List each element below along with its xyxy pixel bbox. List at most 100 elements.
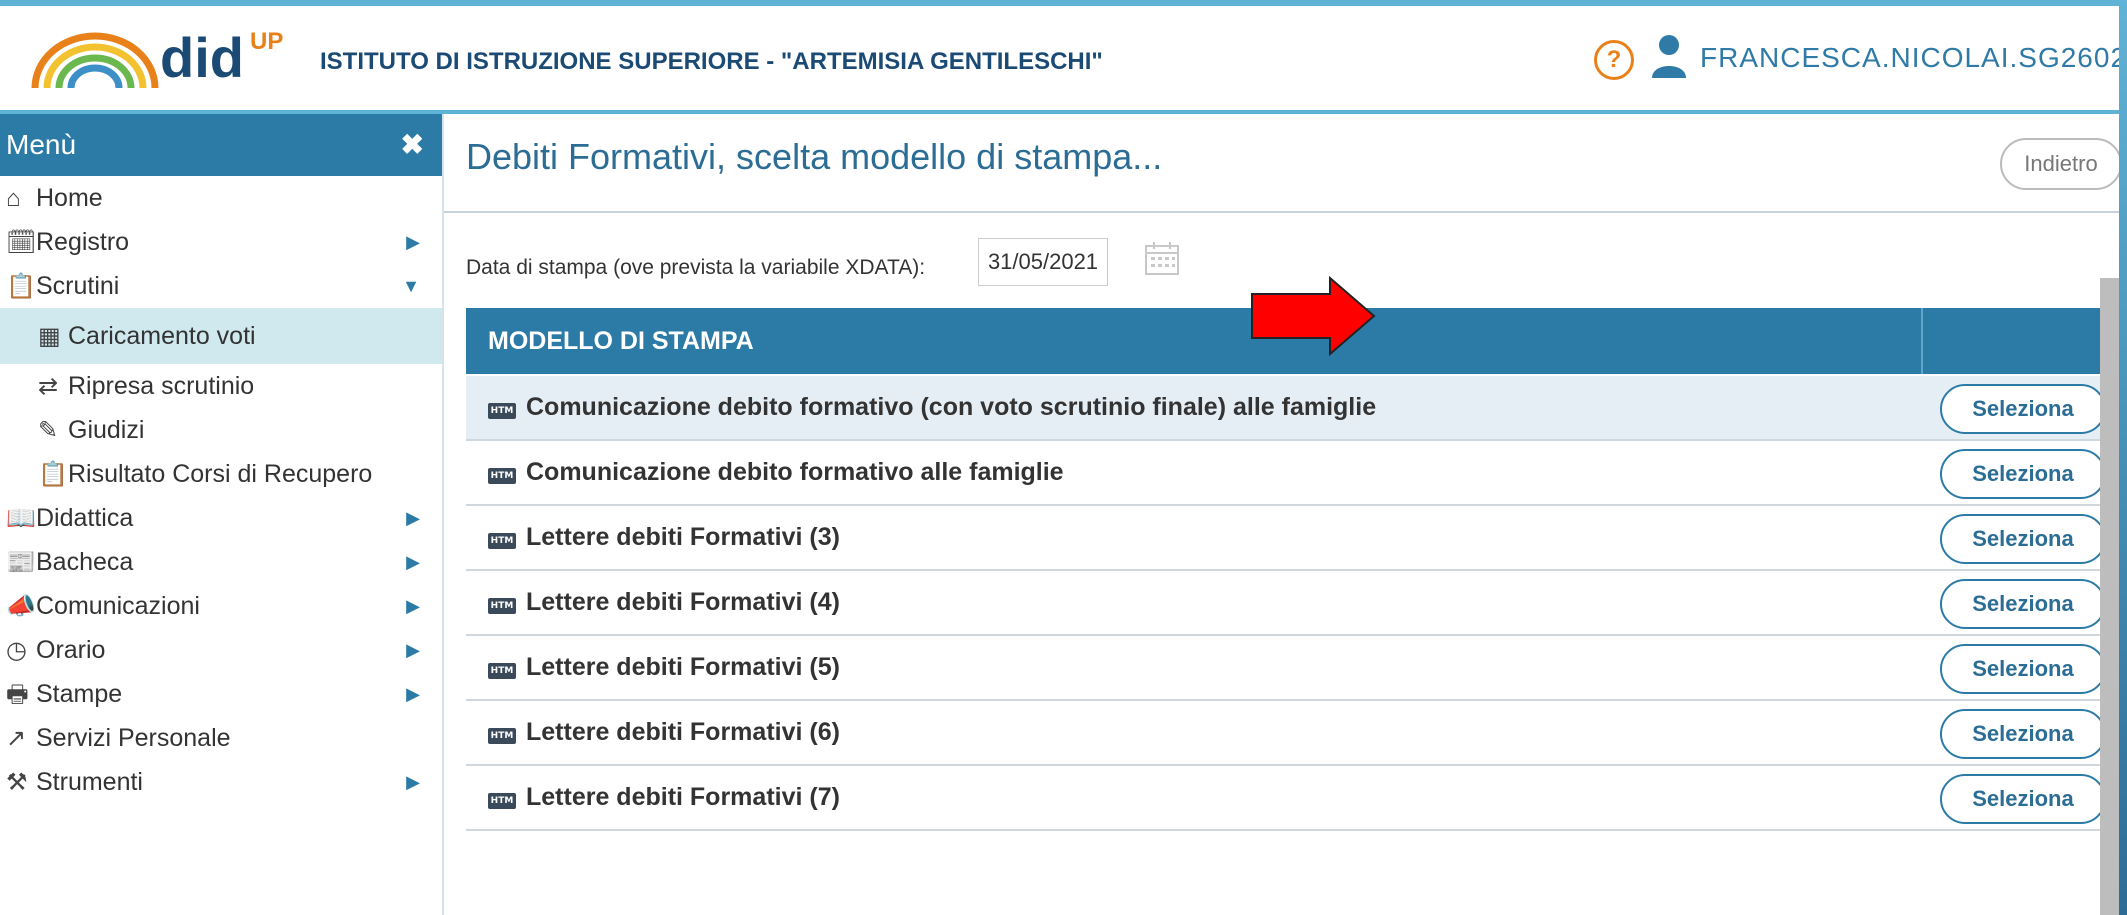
print-date-label: Data di stampa (ove prevista la variabil… <box>466 256 926 279</box>
sidebar-item-risultato-corsi-di-recupero[interactable]: 📋Risultato Corsi di Recupero <box>0 452 442 496</box>
sidebar-item-label: Home <box>36 184 103 212</box>
menu-header: Menù ✖ <box>0 114 442 176</box>
table-row: HTM Lettere debiti Formativi (5) Seleziona <box>466 636 2119 701</box>
calendar-icon[interactable] <box>1144 240 1180 276</box>
column-header-model: MODELLO DI STAMPA <box>488 327 754 355</box>
sidebar-item-strumenti[interactable]: ⚒ Strumenti ▶ <box>0 760 442 804</box>
template-label: Lettere debiti Formativi (3) <box>526 523 840 551</box>
caret-right-icon[interactable]: ▶ <box>406 760 420 804</box>
sidebar-item-label: Ripresa scrutinio <box>68 372 255 400</box>
select-button[interactable]: Seleziona <box>1940 514 2106 564</box>
page-title: Debiti Formativi, scelta modello di stam… <box>466 136 1163 177</box>
clock-icon: ◷ <box>6 637 27 664</box>
user-icon[interactable] <box>1650 34 1688 78</box>
template-name: HTM Lettere debiti Formativi (6) <box>488 701 840 764</box>
caret-down-icon[interactable]: ▼ <box>402 264 420 308</box>
table-row: HTM Lettere debiti Formativi (3) Seleziona <box>466 506 2119 571</box>
sidebar-item-didattica[interactable]: 📖Didattica ▶ <box>0 496 442 540</box>
sidebar-item-label: Didattica <box>36 504 134 532</box>
select-button[interactable]: Seleziona <box>1940 579 2106 629</box>
board-icon: 📰 <box>6 549 36 576</box>
menu-items: ⌂ Home 🗓Registro ▶ 📋Scrutini ▼ ▦ Caricamento vo… <box>0 176 442 804</box>
user-name[interactable]: FRANCESCA.NICOLAI.SG26027 <box>1700 42 2119 74</box>
report-icon: 📋 <box>6 273 36 300</box>
repeat-icon: ⇄ <box>38 373 59 400</box>
select-button[interactable]: Seleziona <box>1940 384 2106 434</box>
sidebar-item-label: Comunicazioni <box>36 592 200 620</box>
help-button[interactable]: ? <box>1594 40 1634 80</box>
select-button[interactable]: Seleziona <box>1940 644 2106 694</box>
sidebar-item-ripresa-scrutinio[interactable]: ⇄ Ripresa scrutinio <box>0 364 442 408</box>
megaphone-icon: 📣 <box>6 593 36 620</box>
book-icon: 📖 <box>6 505 36 532</box>
sidebar-item-orario[interactable]: ◷ Orario ▶ <box>0 628 442 672</box>
htm-file-icon: HTM <box>488 468 516 484</box>
sidebar-item-label: Servizi Personale <box>36 724 231 752</box>
top-header: did UP ISTITUTO DI ISTRUZIONE SUPERIORE -… <box>0 6 2119 114</box>
tools-icon: ⚒ <box>6 769 28 796</box>
select-button[interactable]: Seleziona <box>1940 709 2106 759</box>
template-name: HTM Comunicazione debito formativo (con v… <box>488 376 1376 439</box>
sidebar-item-home[interactable]: ⌂ Home <box>0 176 442 220</box>
sidebar-item-servizi-personale[interactable]: ↗ Servizi Personale <box>0 716 442 760</box>
back-button[interactable]: Indietro <box>2000 138 2119 190</box>
htm-file-icon: HTM <box>488 533 516 549</box>
red-arrow-annotation <box>1251 276 1376 356</box>
sidebar-item-scrutini[interactable]: 📋Scrutini ▼ <box>0 264 442 308</box>
template-label: Comunicazione debito formativo (con voto… <box>526 393 1377 421</box>
sidebar-item-giudizi[interactable]: ✎ Giudizi <box>0 408 442 452</box>
close-menu-icon[interactable]: ✖ <box>401 114 424 176</box>
brand-logo: did UP <box>160 26 284 89</box>
column-divider <box>1921 308 1923 374</box>
print-date-field[interactable]: 31/05/2021 <box>978 238 1108 286</box>
calendar-check-icon: 🗓 <box>6 229 37 256</box>
caret-right-icon[interactable]: ▶ <box>406 496 420 540</box>
template-label: Lettere debiti Formativi (5) <box>526 653 840 681</box>
template-name: HTM Comunicazione debito formativo alle f… <box>488 441 1064 504</box>
sidebar-item-label: Scrutini <box>36 272 120 300</box>
printer-icon: 🖶 <box>6 681 29 708</box>
report-icon: 📋 <box>38 461 68 488</box>
sidebar-item-label: Registro <box>36 228 130 256</box>
sidebar-item-label: Strumenti <box>36 768 143 796</box>
sidebar-item-comunicazioni[interactable]: 📣Comunicazioni ▶ <box>0 584 442 628</box>
caret-right-icon[interactable]: ▶ <box>406 672 420 716</box>
scrollbar[interactable] <box>2100 278 2119 915</box>
sidebar-item-bacheca[interactable]: 📰Bacheca ▶ <box>0 540 442 584</box>
home-icon: ⌂ <box>6 185 21 212</box>
sidebar-item-label: Risultato Corsi di Recupero <box>68 460 373 488</box>
template-name: HTM Lettere debiti Formativi (4) <box>488 571 840 634</box>
select-button[interactable]: Seleziona <box>1940 774 2106 824</box>
school-name: ISTITUTO DI ISTRUZIONE SUPERIORE - "ARTE… <box>320 48 1103 75</box>
template-label: Lettere debiti Formativi (7) <box>526 783 840 811</box>
sidebar-item-label: Caricamento voti <box>68 322 256 350</box>
sidebar-item-registro[interactable]: 🗓Registro ▶ <box>0 220 442 264</box>
htm-file-icon: HTM <box>488 793 516 809</box>
sidebar-item-stampe[interactable]: 🖶 Stampe ▶ <box>0 672 442 716</box>
app-window: did UP ISTITUTO DI ISTRUZIONE SUPERIORE -… <box>0 6 2119 915</box>
table-row: HTM Comunicazione debito formativo (con v… <box>466 376 2119 441</box>
htm-file-icon: HTM <box>488 403 516 419</box>
table-row: HTM Lettere debiti Formativi (4) Seleziona <box>466 571 2119 636</box>
grid-icon: ▦ <box>38 323 61 350</box>
sidebar-item-label: Orario <box>36 636 106 664</box>
template-label: Lettere debiti Formativi (6) <box>526 718 840 746</box>
htm-file-icon: HTM <box>488 728 516 744</box>
edit-icon: ✎ <box>38 417 59 444</box>
table-row: HTM Comunicazione debito formativo alle f… <box>466 441 2119 506</box>
template-name: HTM Lettere debiti Formativi (3) <box>488 506 840 569</box>
sidebar-item-caricamento-voti[interactable]: ▦ Caricamento voti <box>0 308 442 364</box>
htm-file-icon: HTM <box>488 663 516 679</box>
template-name: HTM Lettere debiti Formativi (7) <box>488 766 840 829</box>
menu-title: Menù <box>6 129 77 160</box>
main-content: Debiti Formativi, scelta modello di stam… <box>444 114 2119 915</box>
share-icon: ↗ <box>6 725 27 752</box>
caret-right-icon[interactable]: ▶ <box>406 628 420 672</box>
caret-right-icon[interactable]: ▶ <box>406 540 420 584</box>
caret-right-icon[interactable]: ▶ <box>406 220 420 264</box>
sidebar-menu: Menù ✖ ⌂ Home 🗓Registro ▶ 📋Scrutini ▼ ▦ Caricam… <box>0 114 444 915</box>
caret-right-icon[interactable]: ▶ <box>406 584 420 628</box>
select-button[interactable]: Seleziona <box>1940 449 2106 499</box>
right-border <box>2119 0 2127 915</box>
template-label: Lettere debiti Formativi (4) <box>526 588 840 616</box>
